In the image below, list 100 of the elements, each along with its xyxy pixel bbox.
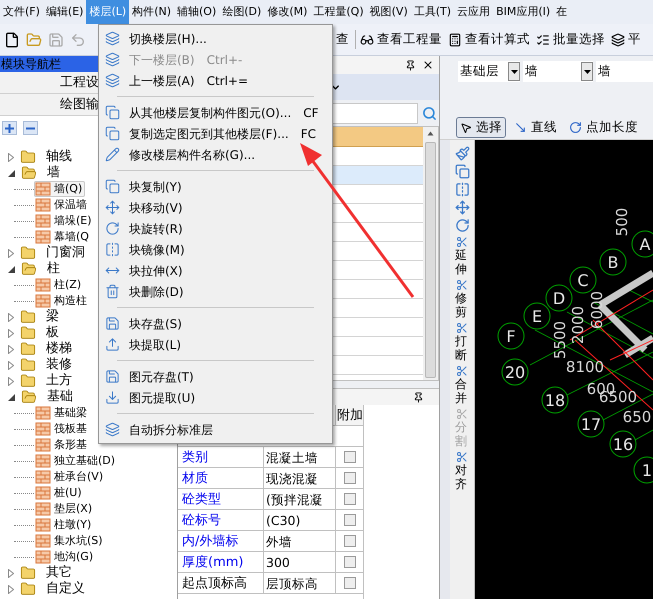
open-folder-icon[interactable] xyxy=(26,32,42,48)
tree-item[interactable]: 筏板基 xyxy=(34,421,90,437)
draw-tool-button[interactable]: 点加长度 xyxy=(565,117,642,138)
search-icon[interactable] xyxy=(422,106,437,120)
checkbox[interactable] xyxy=(344,472,356,484)
menu-item[interactable]: 块存盘(S) xyxy=(99,313,332,334)
menu-bar-item[interactable]: 云应用 xyxy=(454,0,494,24)
menu-bar-item[interactable]: 绘图(D) xyxy=(219,0,264,24)
property-value[interactable]: (预拌混凝 xyxy=(263,489,335,509)
menu-bar-item[interactable]: 编辑(E) xyxy=(42,0,86,24)
menu-bar-item[interactable]: 构件(N) xyxy=(129,0,174,24)
checkbox[interactable] xyxy=(344,535,356,547)
tree-item[interactable]: 桩(U) xyxy=(34,485,85,501)
collapse-icon[interactable] xyxy=(8,394,15,400)
tree-item[interactable]: 柱墩(Y) xyxy=(34,517,94,533)
draw-tool-button[interactable]: 选择 xyxy=(456,117,506,138)
toolbar-button[interactable]: 查看计算式 xyxy=(448,30,530,49)
expand-all-button[interactable] xyxy=(2,121,17,135)
scissors-icon xyxy=(456,365,468,377)
rotate-icon[interactable] xyxy=(454,218,470,233)
new-file-icon[interactable] xyxy=(4,32,20,48)
property-value[interactable]: 层顶标高 xyxy=(263,573,335,593)
copy-icon[interactable] xyxy=(454,164,470,179)
menu-item[interactable]: 块拉伸(X) xyxy=(99,260,332,281)
menu-item[interactable]: 块镜像(M) xyxy=(99,239,332,260)
menu-item[interactable]: 图元存盘(T) xyxy=(99,366,332,387)
edit-tool-button[interactable]: 修剪 xyxy=(455,279,469,319)
toolbar-button[interactable]: 批量选择 xyxy=(536,30,605,49)
component-icon xyxy=(35,534,51,548)
collapse-icon[interactable] xyxy=(8,266,15,272)
move-icon[interactable] xyxy=(454,200,470,215)
brush-icon[interactable] xyxy=(454,146,470,161)
menu-bar-item[interactable]: 工具(T) xyxy=(410,0,454,24)
menu-item[interactable]: 块提取(L) xyxy=(99,334,332,355)
menu-item[interactable]: 自动拆分标准层 xyxy=(99,419,332,440)
property-value[interactable]: 现浇混凝 xyxy=(263,468,335,488)
checkbox[interactable] xyxy=(344,451,356,463)
menu-bar-item[interactable]: 文件(F) xyxy=(0,0,43,24)
menu-item[interactable]: 复制选定图元到其他楼层(F)... FC xyxy=(99,123,332,144)
menu-bar-item[interactable]: BIM应用(I) xyxy=(493,0,554,24)
menu-item[interactable]: 修改楼层构件名称(G)... xyxy=(99,144,332,165)
tree-item[interactable]: 条形基 xyxy=(34,437,90,453)
mirror-icon[interactable] xyxy=(454,182,470,197)
tree-item[interactable]: 构造柱 xyxy=(34,293,90,309)
tree-folder[interactable]: 其它 xyxy=(0,565,177,581)
tree-item[interactable]: 墙垛(E) xyxy=(34,213,95,229)
dropdown-arrow-button[interactable] xyxy=(581,62,593,81)
tree-item[interactable]: 墙(Q) xyxy=(34,181,86,197)
menu-item[interactable]: 图元提取(U) xyxy=(99,387,332,408)
dropdown-arrow-button[interactable] xyxy=(508,62,520,81)
menu-bar-item[interactable]: 辅轴(O) xyxy=(174,0,220,24)
checkbox[interactable] xyxy=(344,514,356,526)
checkbox[interactable] xyxy=(344,577,356,589)
tree-item[interactable]: 保温墙 xyxy=(34,197,90,213)
floor-select[interactable]: 墙 xyxy=(596,61,653,82)
floor-select[interactable]: 墙 xyxy=(523,61,593,82)
tree-item[interactable]: 集水坑(S) xyxy=(34,533,106,549)
collapse-all-button[interactable] xyxy=(23,121,38,135)
draw-tool-button[interactable]: 直线 xyxy=(510,117,561,138)
close-icon[interactable] xyxy=(422,59,434,71)
menu-bar-item[interactable]: 在 xyxy=(553,0,570,24)
checkbox[interactable] xyxy=(344,556,356,568)
edit-tool-button[interactable]: 打断 xyxy=(455,322,469,362)
menu-bar-item[interactable]: 修改(M) xyxy=(264,0,310,24)
property-value[interactable]: 混凝土墙 xyxy=(263,447,335,467)
edit-tool-button[interactable]: 延伸 xyxy=(455,236,469,276)
menu-item[interactable]: 块移动(V) xyxy=(99,197,332,218)
edit-tool-button[interactable]: 对齐 xyxy=(455,451,469,491)
checkbox[interactable] xyxy=(344,493,356,505)
tree-item[interactable]: 基础梁 xyxy=(34,405,90,421)
toolbar-button[interactable]: 查 xyxy=(336,30,356,49)
property-value[interactable]: 外墙 xyxy=(263,531,335,551)
save-icon[interactable] xyxy=(48,32,64,48)
floor-select[interactable]: 基础层 xyxy=(458,61,520,82)
tree-item[interactable]: 幕墙(Q xyxy=(34,229,92,245)
edit-tool-button[interactable]: 合并 xyxy=(455,365,469,405)
toolbar-button[interactable]: 查看工程量 xyxy=(360,30,442,49)
tree-item[interactable]: 垫层(X) xyxy=(34,501,96,517)
menu-item[interactable]: 切换楼层(H)... xyxy=(99,28,332,49)
tree-item[interactable]: 地沟(G) xyxy=(34,549,96,565)
pin-icon[interactable] xyxy=(405,60,416,70)
menu-item[interactable]: 块旋转(R) xyxy=(99,218,332,239)
scrollbar[interactable] xyxy=(423,127,438,380)
menu-item[interactable]: 块删除(D) xyxy=(99,281,332,302)
tree-folder[interactable]: 自定义 xyxy=(0,581,177,597)
toolbar-button[interactable]: 平 xyxy=(611,30,641,49)
property-value[interactable]: 300 xyxy=(263,552,335,572)
tree-item[interactable]: 桩承台(V) xyxy=(34,469,106,485)
tree-item[interactable]: 柱(Z) xyxy=(34,277,84,293)
scroll-up-icon[interactable] xyxy=(427,131,434,136)
axis-bubble: 1 xyxy=(634,456,653,484)
tree-item[interactable]: 独立基础(D) xyxy=(34,453,118,469)
pin-icon[interactable] xyxy=(413,392,424,402)
menu-bar-item[interactable]: 视图(V) xyxy=(366,0,411,24)
undo-icon[interactable] xyxy=(70,32,86,48)
expand-icon[interactable] xyxy=(8,152,14,162)
expand-icon[interactable] xyxy=(8,248,14,258)
menu-bar-item[interactable]: 工程量(Q) xyxy=(310,0,367,24)
collapse-icon[interactable] xyxy=(8,170,15,176)
property-value[interactable]: (C30) xyxy=(263,510,335,530)
